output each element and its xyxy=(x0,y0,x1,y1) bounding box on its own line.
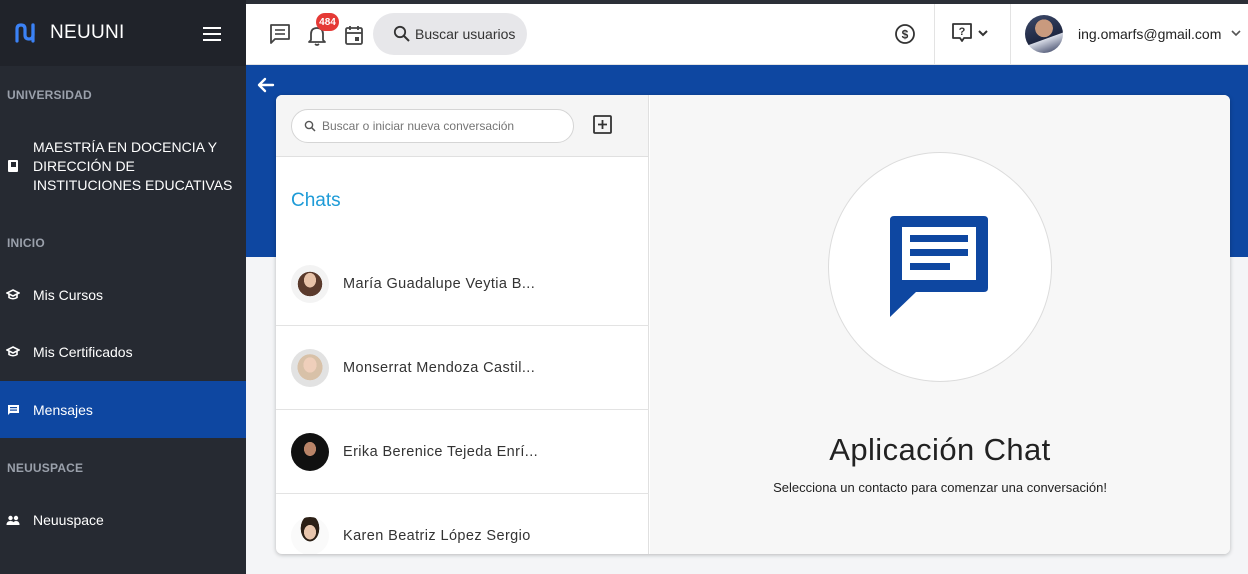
section-neuuspace: NEUUSPACE xyxy=(7,461,84,475)
brand-name: NEUUNI xyxy=(50,22,125,43)
chat-list-item[interactable]: Karen Beatriz López Sergio xyxy=(276,494,649,554)
chat-app-pane: Aplicación Chat Selecciona un contacto p… xyxy=(650,95,1230,554)
sidebar-item-maestria[interactable]: MAESTRÍA EN DOCENCIA Y DIRECCIÓN DE INST… xyxy=(0,136,246,196)
sidebar-item-label: Mis Cursos xyxy=(33,287,104,303)
book-icon xyxy=(6,159,20,173)
contact-name: Erika Berenice Tejeda Enrí... xyxy=(343,443,539,460)
chat-bubble-icon xyxy=(890,216,988,317)
sidebar-item-label: MAESTRÍA EN DOCENCIA Y DIRECCIÓN DE INST… xyxy=(33,138,233,193)
sidebar-item-mis-certificados[interactable]: Mis Certificados xyxy=(0,341,246,363)
header-divider xyxy=(934,4,935,65)
contact-avatar xyxy=(291,516,329,554)
new-conversation-icon[interactable] xyxy=(592,114,614,136)
contact-name: Monserrat Mendoza Castil... xyxy=(343,359,536,376)
user-email[interactable]: ing.omarfs@gmail.com xyxy=(1078,26,1221,42)
hamburger-menu-icon[interactable] xyxy=(203,27,221,41)
chat-list-pane: Chats María Guadalupe Veytia B... Monser… xyxy=(276,95,649,554)
people-icon xyxy=(6,513,20,527)
section-universidad: UNIVERSIDAD xyxy=(7,88,92,102)
sidebar-item-label: Mensajes xyxy=(33,401,93,418)
chevron-down-icon[interactable] xyxy=(977,27,989,39)
header-divider xyxy=(1010,4,1011,65)
contact-avatar xyxy=(291,264,329,303)
chats-title: Chats xyxy=(291,190,341,211)
graduation-cap-icon xyxy=(6,345,20,359)
sidebar-item-label: Mis Certificados xyxy=(33,344,133,360)
sidebar-item-label: Neuuspace xyxy=(33,512,104,528)
contact-avatar xyxy=(291,348,329,387)
chat-card: Chats María Guadalupe Veytia B... Monser… xyxy=(276,95,1230,554)
graduation-cap-icon xyxy=(6,288,20,302)
section-inicio: INICIO xyxy=(7,236,45,250)
chat-list-item[interactable]: María Guadalupe Veytia B... xyxy=(276,242,649,326)
back-arrow-icon[interactable] xyxy=(256,75,276,95)
chat-icon[interactable] xyxy=(269,23,291,45)
sidebar-item-mis-cursos[interactable]: Mis Cursos xyxy=(0,284,246,306)
sidebar-item-mensajes[interactable]: Mensajes xyxy=(0,381,246,438)
conversation-search[interactable] xyxy=(291,109,574,143)
chat-list-item[interactable]: Monserrat Mendoza Castil... xyxy=(276,326,649,410)
chat-list-header xyxy=(276,95,648,157)
chevron-down-icon[interactable] xyxy=(1230,27,1242,39)
contact-name: María Guadalupe Veytia B... xyxy=(343,275,536,292)
notification-badge: 484 xyxy=(316,13,339,31)
search-users-label: Buscar usuarios xyxy=(415,26,516,42)
svg-text:?: ? xyxy=(959,26,966,38)
search-icon xyxy=(393,25,410,42)
help-icon[interactable]: ? xyxy=(951,22,973,44)
top-header: Buscar usuarios $ ? ing.omarfs@gmail.com xyxy=(246,4,1248,65)
search-users-button[interactable]: Buscar usuarios xyxy=(373,13,527,55)
contact-name: Karen Beatriz López Sergio xyxy=(343,527,531,544)
chat-app-subtitle: Selecciona un contacto para comenzar una… xyxy=(773,480,1107,495)
chat-list-item[interactable]: Erika Berenice Tejeda Enrí... xyxy=(276,410,649,494)
message-icon xyxy=(6,403,20,417)
svg-text:$: $ xyxy=(902,28,909,42)
contact-avatar xyxy=(291,432,329,471)
calendar-icon[interactable] xyxy=(343,24,365,46)
user-avatar[interactable] xyxy=(1025,15,1063,53)
sidebar-item-neuuspace[interactable]: Neuuspace xyxy=(0,509,246,531)
neuuni-logo-icon xyxy=(15,23,35,43)
dollar-icon[interactable]: $ xyxy=(894,23,916,45)
conversation-search-input[interactable] xyxy=(322,119,562,133)
search-icon xyxy=(304,120,316,132)
sidebar: NEUUNI UNIVERSIDAD MAESTRÍA EN DOCENCIA … xyxy=(0,0,246,574)
chat-app-title: Aplicación Chat xyxy=(829,432,1051,467)
